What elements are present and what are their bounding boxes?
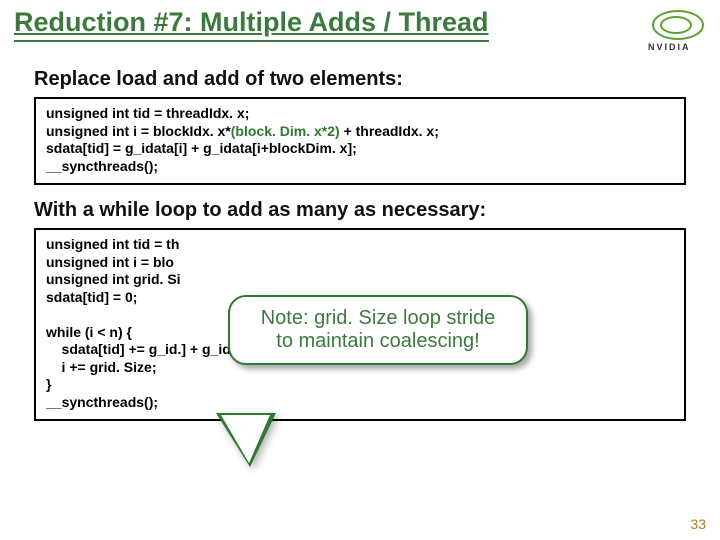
code-line: sdata[tid] += g_id [46, 341, 177, 357]
nvidia-logo: NVIDIA [648, 8, 706, 52]
callout-line1: Note: grid. Size loop stride [261, 307, 496, 329]
code-line: __syncthreads(); [46, 394, 158, 410]
code-line: unsigned int tid = threadIdx. x; [46, 105, 249, 121]
page-number: 33 [690, 516, 706, 532]
code-line: sdata[tid] = g_idata[i] + g_idata[i+bloc… [46, 140, 357, 156]
code-line: sdata[tid] = 0; [46, 289, 137, 305]
callout-line2: to maintain coalescing! [276, 330, 479, 352]
subheading-while: With a while loop to add as many as nece… [34, 199, 686, 222]
nvidia-logo-text: NVIDIA [648, 42, 691, 52]
code-line: unsigned int tid = th [46, 236, 179, 252]
code-line: __syncthreads(); [46, 158, 158, 174]
code-highlight: (block. Dim. x*2) [231, 123, 340, 139]
code-line: while (i < n) { [46, 324, 132, 340]
code-line: unsigned int i = blo [46, 254, 174, 270]
code-line: + threadIdx. x; [340, 123, 439, 139]
callout-note: Note: grid. Size loop stride to maintain… [228, 295, 528, 365]
nvidia-eye-icon [652, 10, 704, 40]
code-line: i += grid. Size; [46, 359, 156, 375]
subheading-replace: Replace load and add of two elements: [34, 68, 686, 91]
slide-title: Reduction #7: Multiple Adds / Thread [14, 8, 489, 42]
code-box-original: unsigned int tid = threadIdx. x; unsigne… [34, 97, 686, 185]
code-line: unsigned int i = blockIdx. x* [46, 123, 231, 139]
code-line: unsigned int grid. Si [46, 271, 181, 287]
code-line: } [46, 376, 51, 392]
